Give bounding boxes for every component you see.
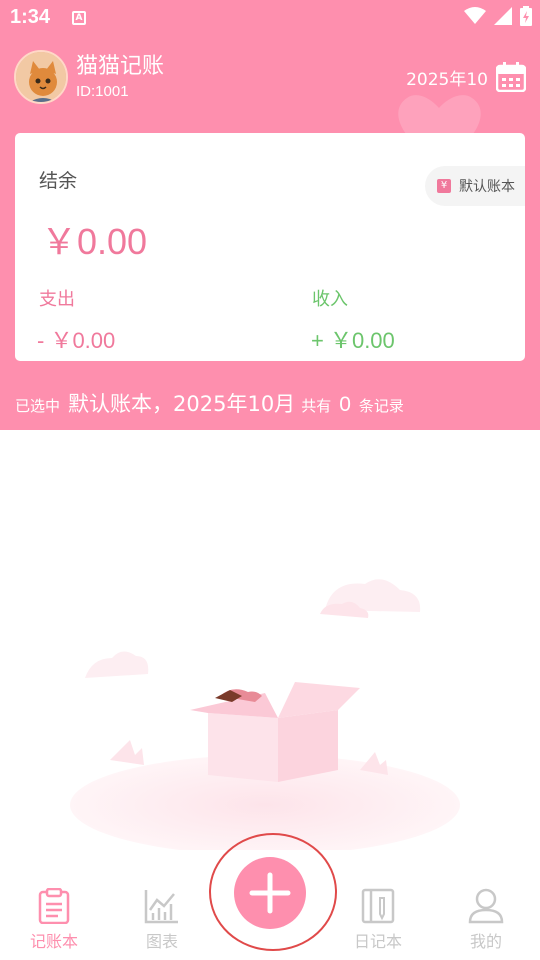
record-count: 0 bbox=[339, 393, 351, 416]
income-value: + ￥0.00 bbox=[311, 328, 395, 353]
wifi-icon bbox=[464, 7, 486, 24]
battery-icon bbox=[520, 6, 532, 26]
tab-chart-label: 图表 bbox=[145, 932, 178, 951]
chart-icon bbox=[144, 890, 178, 924]
status-bar: 1:34 A bbox=[0, 0, 540, 36]
tab-mine[interactable]: 我的 bbox=[446, 888, 526, 952]
tab-diary-label: 日记本 bbox=[353, 932, 402, 951]
app-name: 猫猫记账 bbox=[76, 54, 165, 79]
summary-card: 结余 ￥0.00 ¥ 默认账本 支出 - ￥0.00 收入 + ￥0.00 bbox=[15, 133, 525, 361]
person-icon bbox=[468, 888, 504, 924]
summary-prefix: 已选中 bbox=[15, 397, 61, 415]
plus-icon bbox=[249, 872, 291, 914]
summary-suffix: 条记录 bbox=[358, 397, 404, 415]
clipboard-icon bbox=[38, 888, 70, 924]
balance-label: 结余 bbox=[39, 170, 78, 192]
profile[interactable]: 猫猫记账 ID:1001 bbox=[14, 50, 164, 104]
tab-ledger[interactable]: 记账本 bbox=[14, 888, 94, 952]
tab-ledger-label: 记账本 bbox=[29, 932, 78, 951]
add-record-button[interactable] bbox=[234, 857, 306, 929]
book-icon: ¥ bbox=[437, 179, 451, 193]
notification-icon: A bbox=[72, 11, 86, 25]
user-id: ID:1001 bbox=[76, 83, 129, 100]
tab-mine-label: 我的 bbox=[469, 932, 502, 951]
notebook-icon bbox=[361, 888, 395, 924]
header: 1:34 A 猫猫记账 ID:1001 2025年10 结余 ￥0.00 ¥ 默… bbox=[0, 0, 540, 430]
empty-box-illustration bbox=[70, 579, 460, 850]
month-label: 2025年10 bbox=[406, 69, 488, 90]
avatar[interactable] bbox=[14, 50, 68, 104]
expense-value: - ￥0.00 bbox=[37, 328, 116, 353]
account-book-selector[interactable]: ¥ 默认账本 bbox=[425, 166, 525, 206]
book-tag-label: 默认账本 bbox=[459, 179, 515, 195]
cat-avatar-icon bbox=[16, 52, 66, 102]
tab-chart[interactable]: 图表 bbox=[122, 888, 202, 952]
calendar-icon[interactable] bbox=[496, 62, 526, 92]
status-time: 1:34 bbox=[10, 6, 51, 28]
summary-book-period: 默认账本，2025年10月 bbox=[68, 392, 296, 416]
income-label: 收入 bbox=[312, 289, 348, 310]
tab-diary[interactable]: 日记本 bbox=[338, 888, 418, 952]
signal-icon bbox=[494, 7, 512, 25]
summary-middle: 共有 bbox=[301, 397, 332, 415]
expense-label: 支出 bbox=[39, 289, 75, 310]
selection-summary: 已选中 默认账本，2025年10月 共有 0 条记录 bbox=[15, 388, 404, 418]
balance-value: ￥0.00 bbox=[41, 221, 148, 262]
status-icons bbox=[464, 6, 532, 26]
